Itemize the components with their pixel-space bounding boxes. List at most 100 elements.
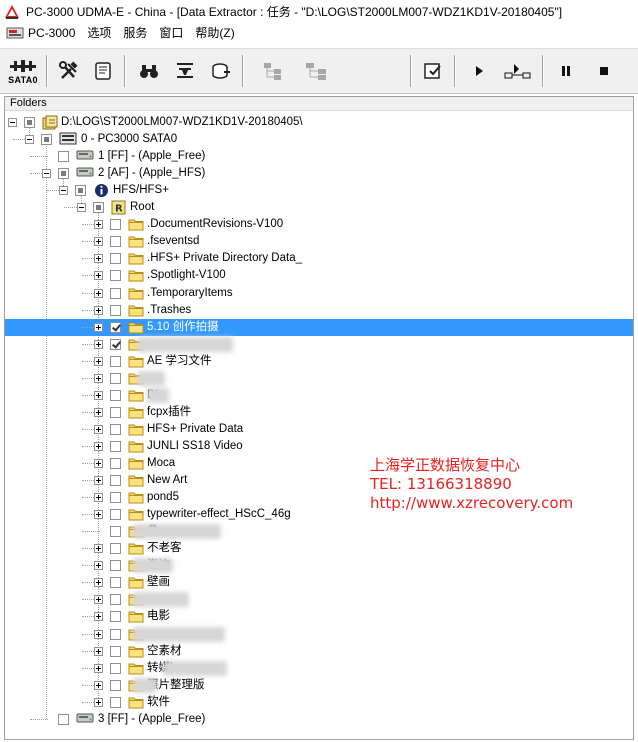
save-button[interactable]	[418, 53, 448, 89]
menu-service[interactable]: 服务	[117, 24, 153, 42]
expand-icon[interactable]	[94, 271, 103, 281]
tree-folder-item[interactable]: 不老客	[5, 540, 633, 557]
tree-checkbox[interactable]	[110, 560, 121, 572]
tree-folder-item[interactable]: .TemporaryItems	[5, 285, 633, 302]
tree-folder-item[interactable]: 5.10 创作拍摄	[5, 318, 633, 336]
collapse-icon[interactable]	[42, 169, 51, 179]
tree-checkbox[interactable]	[110, 236, 121, 248]
expand-icon[interactable]	[94, 390, 103, 400]
tree-folder-item[interactable]: 晶	[5, 523, 633, 540]
export-button[interactable]	[206, 53, 236, 89]
tools-button[interactable]	[54, 53, 84, 89]
tree-checkbox[interactable]	[110, 679, 121, 691]
tree-folder-item[interactable]: 电影	[5, 608, 633, 625]
tree-folder-item[interactable]: 空素材	[5, 643, 633, 660]
tree-folder-item[interactable]: D'	[5, 387, 633, 404]
tree-folder-item[interactable]: JUNLI SS18 Video	[5, 438, 633, 455]
sata0-port-button[interactable]: SATA0	[4, 53, 42, 89]
map-structure-button[interactable]	[300, 53, 334, 89]
stop-button[interactable]	[590, 53, 618, 89]
tree-checkbox[interactable]	[110, 406, 121, 418]
tree-folder-item[interactable]: 软件	[5, 694, 633, 711]
expand-icon[interactable]	[94, 373, 103, 383]
step-button[interactable]	[500, 53, 536, 89]
tree-folder-item[interactable]: .fseventsd	[5, 233, 633, 250]
tree-checkbox[interactable]	[93, 202, 104, 214]
tree-checkbox[interactable]	[110, 338, 121, 350]
expand-icon[interactable]	[94, 646, 103, 656]
collapse-icon[interactable]	[59, 186, 68, 196]
tree-node-device[interactable]: 0 - PC3000 SATA0	[5, 131, 633, 148]
expand-icon[interactable]	[94, 561, 103, 571]
expand-icon[interactable]	[94, 424, 103, 434]
expand-icon[interactable]	[94, 322, 103, 332]
tree-checkbox[interactable]	[110, 594, 121, 606]
tree-folder-item[interactable]: 海边	[5, 557, 633, 574]
start-button[interactable]	[464, 53, 494, 89]
tree-checkbox[interactable]	[110, 440, 121, 452]
tree-checkbox[interactable]	[58, 168, 69, 180]
tree-checkbox[interactable]	[58, 151, 69, 163]
tree-folder-item[interactable]: .HFS+ Private Directory Data_	[5, 250, 633, 267]
tree-checkbox[interactable]	[110, 509, 121, 521]
tree-checkbox[interactable]	[110, 389, 121, 401]
tree-structure-button[interactable]	[258, 53, 288, 89]
tree-node-log-root[interactable]: D:\LOG\ST2000LM007-WDZ1KD1V-20180405\	[5, 114, 633, 131]
tree-folder-item[interactable]	[5, 591, 633, 608]
tree-folder-item[interactable]	[5, 626, 633, 643]
expand-icon[interactable]	[94, 697, 103, 707]
tree-checkbox[interactable]	[110, 219, 121, 231]
log-scroll-button[interactable]	[88, 53, 118, 89]
expand-icon[interactable]	[94, 459, 103, 468]
tree-checkbox[interactable]	[110, 662, 121, 674]
pause-button[interactable]	[552, 53, 580, 89]
tree-node-filesystem[interactable]: HFS/HFS+	[5, 182, 633, 199]
tree-checkbox[interactable]	[110, 287, 121, 299]
tree-checkbox[interactable]	[110, 458, 121, 469]
expand-icon[interactable]	[94, 339, 103, 349]
tree-checkbox[interactable]	[110, 304, 121, 316]
folder-tree[interactable]: D:\LOG\ST2000LM007-WDZ1KD1V-20180405\ 0 -…	[5, 112, 633, 739]
tree-checkbox[interactable]	[75, 185, 86, 197]
expand-icon[interactable]	[94, 356, 103, 366]
tree-checkbox[interactable]	[110, 321, 121, 333]
filter-button[interactable]	[170, 53, 200, 89]
menu-help[interactable]: 帮助(Z)	[189, 24, 240, 42]
expand-icon[interactable]	[94, 578, 103, 588]
tree-node-partition-1[interactable]: 1 [FF] - (Apple_Free)	[5, 148, 633, 165]
tree-checkbox[interactable]	[110, 645, 121, 657]
menu-window[interactable]: 窗口	[153, 24, 189, 42]
tree-folder-item[interactable]	[5, 336, 633, 353]
tree-folder-item[interactable]	[5, 370, 633, 387]
expand-icon[interactable]	[94, 441, 103, 451]
expand-icon[interactable]	[94, 629, 103, 639]
tree-node-root-dir[interactable]: R Root	[5, 199, 633, 216]
expand-icon[interactable]	[94, 663, 103, 673]
tree-node-partition-3[interactable]: 3 [FF] - (Apple_Free)	[5, 711, 633, 728]
expand-icon[interactable]	[94, 510, 103, 520]
expand-icon[interactable]	[94, 476, 103, 486]
expand-icon[interactable]	[94, 254, 103, 264]
tree-node-partition-2[interactable]: 2 [AF] - (Apple_HFS)	[5, 165, 633, 182]
expand-icon[interactable]	[94, 595, 103, 605]
tree-checkbox[interactable]	[110, 526, 121, 538]
expand-icon[interactable]	[94, 288, 103, 298]
search-button[interactable]	[134, 53, 164, 89]
expand-icon[interactable]	[94, 544, 103, 554]
expand-icon[interactable]	[94, 220, 103, 230]
tree-checkbox[interactable]	[24, 117, 35, 128]
tree-folder-item[interactable]: AE 学习文件	[5, 353, 633, 370]
tree-checkbox[interactable]	[110, 543, 121, 555]
tree-folder-item[interactable]: 壁画	[5, 574, 633, 591]
tree-checkbox[interactable]	[110, 492, 121, 504]
menu-pc3000[interactable]: PC-3000	[4, 24, 81, 42]
tree-folder-item[interactable]: .DocumentRevisions-V100	[5, 216, 633, 233]
tree-checkbox[interactable]	[110, 423, 121, 435]
expand-icon[interactable]	[94, 407, 103, 417]
tree-checkbox[interactable]	[110, 372, 121, 384]
tree-folder-item[interactable]: 照片整理版	[5, 677, 633, 694]
tree-checkbox[interactable]	[41, 134, 52, 146]
tree-checkbox[interactable]	[110, 355, 121, 367]
tree-folder-item[interactable]: fcpx插件	[5, 404, 633, 421]
tree-folder-item[interactable]: 转媒|	[5, 660, 633, 677]
